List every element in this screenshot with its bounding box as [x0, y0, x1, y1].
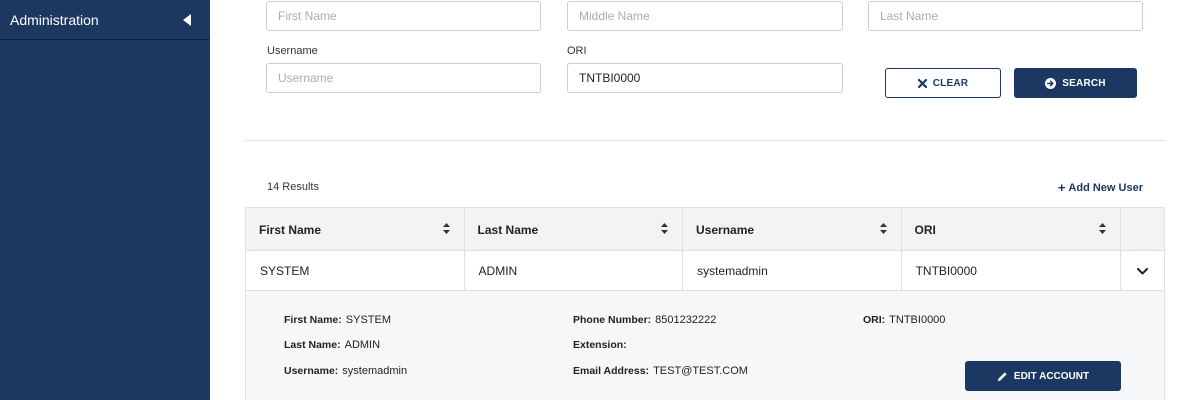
add-new-user-link[interactable]: + Add New User — [1058, 180, 1143, 195]
pencil-icon — [997, 371, 1007, 381]
column-header-label: Username — [696, 222, 755, 237]
search-button-label: SEARCH — [1062, 77, 1106, 89]
results-count: 14 Results — [267, 181, 319, 193]
sidebar-item-administration[interactable]: Administration — [0, 0, 210, 40]
detail-value: TEST@TEST.COM — [653, 365, 748, 377]
add-new-user-label: Add New User — [1068, 181, 1143, 194]
detail-extension: Extension: — [573, 339, 631, 351]
sort-icon[interactable] — [661, 223, 669, 234]
users-table: First Name Last Name Username ORI SYSTEM… — [245, 207, 1165, 292]
detail-key: Email Address: — [573, 365, 650, 377]
username-label: Username — [267, 45, 318, 57]
detail-key: Extension: — [573, 339, 627, 351]
edit-account-label: EDIT ACCOUNT — [1013, 370, 1090, 382]
last-name-input[interactable]: Last Name — [868, 1, 1143, 31]
column-header-first-name[interactable]: First Name — [246, 208, 465, 251]
detail-key: Last Name: — [284, 339, 341, 351]
sort-icon[interactable] — [442, 223, 450, 234]
detail-value: TNTBI0000 — [889, 314, 946, 326]
main-content: First Name Middle Name Last Name Usernam… — [245, 0, 1185, 400]
detail-ori: ORI: TNTBI0000 — [863, 314, 945, 326]
ori-input[interactable]: TNTBI0000 — [567, 63, 843, 93]
detail-key: Phone Number: — [573, 314, 652, 326]
divider — [245, 140, 1165, 141]
table-row[interactable]: SYSTEM ADMIN systemadmin TNTBI0000 — [246, 251, 1164, 291]
clear-button-label: CLEAR — [932, 77, 969, 89]
row-expand-toggle[interactable] — [1121, 251, 1164, 291]
detail-key: Username: — [284, 365, 339, 377]
clear-button[interactable]: CLEAR — [885, 68, 1001, 98]
column-header-label: ORI — [914, 222, 936, 237]
first-name-input[interactable]: First Name — [266, 1, 541, 31]
sidebar-item-label: Administration — [10, 11, 99, 28]
table-header: First Name Last Name Username ORI — [246, 208, 1164, 251]
arrow-circle-right-icon — [1045, 77, 1057, 89]
column-header-label: First Name — [259, 222, 322, 237]
sort-icon[interactable] — [1099, 223, 1107, 234]
middle-name-input[interactable]: Middle Name — [567, 1, 843, 31]
cell-first-name: SYSTEM — [246, 251, 465, 291]
column-header-ori[interactable]: ORI — [902, 208, 1122, 251]
ori-label: ORI — [567, 45, 587, 57]
detail-value: 8501232222 — [655, 314, 717, 326]
detail-username: Username: systemadmin — [284, 365, 407, 377]
cell-last-name: ADMIN — [465, 251, 684, 291]
detail-value: ADMIN — [344, 339, 381, 351]
column-header-label: Last Name — [477, 222, 539, 237]
x-icon — [917, 78, 927, 88]
edit-account-button[interactable]: EDIT ACCOUNT — [965, 361, 1121, 391]
detail-value: SYSTEM — [345, 314, 391, 326]
cell-username: systemadmin — [683, 251, 902, 291]
cell-ori: TNTBI0000 — [902, 251, 1122, 291]
scrollbar-track[interactable] — [1185, 0, 1200, 400]
detail-first-name: First Name: SYSTEM — [284, 314, 391, 326]
column-header-last-name[interactable]: Last Name — [465, 208, 684, 251]
chevron-down-icon — [1137, 267, 1149, 274]
detail-email: Email Address: TEST@TEST.COM — [573, 365, 748, 377]
detail-key: ORI: — [863, 314, 886, 326]
detail-value: systemadmin — [342, 365, 408, 377]
username-input[interactable]: Username — [266, 63, 541, 93]
detail-phone: Phone Number: 8501232222 — [573, 314, 716, 326]
sidebar: Administration — [0, 0, 210, 400]
plus-icon: + — [1057, 180, 1066, 195]
detail-key: First Name: — [284, 314, 342, 326]
search-button[interactable]: SEARCH — [1014, 68, 1137, 98]
column-header-username[interactable]: Username — [683, 208, 902, 251]
triangle-left-icon[interactable] — [176, 0, 198, 40]
column-header-expand — [1121, 208, 1164, 251]
detail-last-name: Last Name: ADMIN — [284, 339, 380, 351]
sort-icon[interactable] — [879, 223, 887, 234]
gutter — [210, 0, 245, 400]
